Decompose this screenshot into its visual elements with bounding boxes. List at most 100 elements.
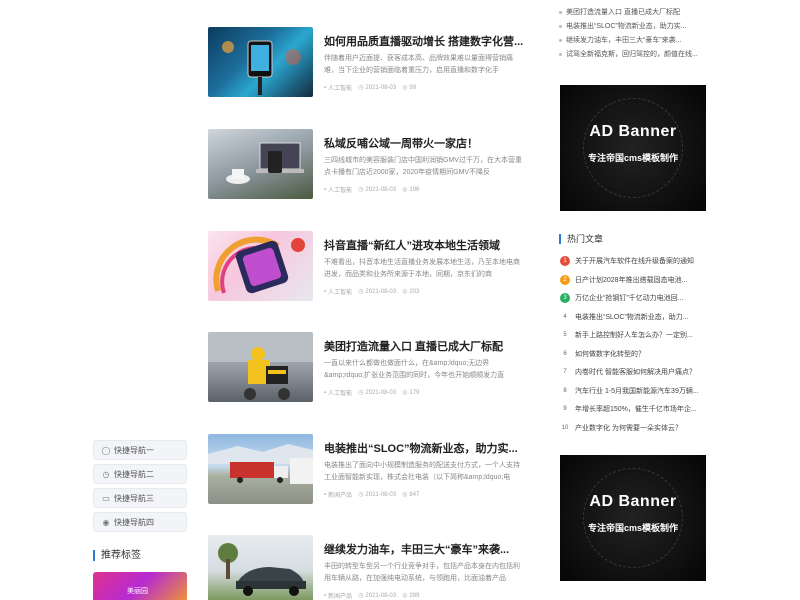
article-category[interactable]: ▪ 新闻产品 [324,591,352,600]
side-article-list: 美团打造流量入口 直播已成大厂标配 电装推出“SLOC”物流新业态，助力实...… [558,7,708,63]
user-icon: ▪ [324,288,327,295]
logistics-truck-image [208,444,313,484]
hot-article-item[interactable]: 7 内卷时代 智能客服如何解决用户痛点？ [560,363,708,382]
quick-nav-item-4[interactable]: ◉ 快捷导航四 [93,512,187,532]
ad-subtitle: 专注帝国cms模板制作 [587,523,678,533]
article-category[interactable]: ▪ 人工智能 [324,185,352,195]
hot-article-item[interactable]: 10 产业数字化 为何需要一朵实体云？ [560,419,708,438]
delivery-rider-image [208,332,313,400]
laptop-coffee-image [226,142,304,184]
article-thumbnail[interactable] [208,27,313,97]
article-excerpt: 三四线城市的美容服装门店中国利润销GMV过千万，在大本营重点卡播有门店近2000… [324,157,522,176]
rank-badge: 3 [560,293,570,304]
hot-article-item[interactable]: 3 万亿企业“抢钢钉”千亿动力电池回... [560,289,708,308]
article-title[interactable]: 美团打造流量入口 直播已成大厂标配 [324,338,524,354]
article-item[interactable]: 抖音直播“新红人”进攻本地生活领域 不难看出，抖音本地生活直播业务发展本地生活，… [208,231,528,303]
rank-badge: 10 [561,424,569,431]
article-thumbnail[interactable] [208,332,313,402]
article-title[interactable]: 如何用品质直播驱动增长 搭建数字化营... [324,33,524,49]
rank-badge: 2 [560,274,570,285]
quick-nav-item-2[interactable]: ◷ 快捷导航二 [93,464,187,484]
article-date: ◷ 2021-08-03 [358,288,397,296]
article-meta: ▪ 人工智能 ◷ 2021-08-03 ◎ 196 [324,185,419,195]
side-article-link[interactable]: 试驾全新福克斯，回归驾控的，颜值在线... [558,49,708,63]
hot-article-title[interactable]: 产业数字化 为何需要一朵实体云？ [575,423,707,433]
hot-article-title[interactable]: 如何做数字化转型的？ [575,349,707,359]
side-article-link[interactable]: 电装推出“SLOC”物流新业态，助力实... [558,21,708,35]
hot-article-title[interactable]: 新手上路控制好人车怎么办？一定别... [575,330,707,340]
eye-icon: ◎ [402,593,408,599]
ad-banner[interactable]: AD Banner 专注帝国cms模板制作 [560,455,706,581]
ad-banner[interactable]: AD Banner 专注帝国cms模板制作 [560,85,706,211]
article-item[interactable]: 继续发力油车，丰田三大“豪车”来袭... 丰田的转型车型另一个行业竞争对手，包括… [208,535,528,600]
hot-article-item[interactable]: 4 电装推出“SLOC”物流新业态，助力... [560,308,708,327]
eye-icon: ◎ [402,289,408,295]
article-item[interactable]: 如何用品质直播驱动增长 搭建数字化营... 伴随着用户迈面提、获客成本高、品牌效… [208,27,528,99]
hot-article-title[interactable]: 年增长率超150%，催生千亿市场年企... [575,404,707,414]
article-date: ◷ 2021-08-03 [358,389,397,397]
article-thumbnail[interactable] [208,535,313,600]
hot-article-item[interactable]: 8 汽车行业 1-5月我国新能源汽车39万辆... [560,382,708,401]
hot-article-item[interactable]: 6 如何做数字化转型的？ [560,345,708,364]
article-excerpt: 不难看出，抖音本地生活直播业务发展本地生活，乃至本地电商进发，而品类和业务所来源… [324,259,520,278]
user-icon: ▪ [324,186,327,193]
article-item[interactable]: 美团打造流量入口 直播已成大厂标配 一直以来什么都做也做面什么，在&amp;ld… [208,332,528,404]
clock-icon: ◷ [358,187,364,193]
hot-article-title[interactable]: 内卷时代 智能客服如何解决用户痛点？ [575,367,707,377]
quick-nav-label: 快捷导航三 [114,493,154,503]
hot-article-title[interactable]: 日产计划2028年推出搭载固态电池... [575,275,707,285]
article-title[interactable]: 私域反哺公域一周带火一家店！ [324,135,524,151]
article-thumbnail[interactable] [208,231,313,301]
quick-nav-item-3[interactable]: ▭ 快捷导航三 [93,488,187,508]
article-meta: ▪ 新闻产品 ◷ 2021-08-03 ◎ 847 [324,490,419,500]
article-item[interactable]: 电装推出“SLOC”物流新业态，助力实... 电装推出了面向中小规模制造服务的配… [208,434,528,506]
article-date: ◷ 2021-08-03 [358,186,397,194]
article-views: ◎ 179 [402,389,420,397]
ad-subtitle: 专注帝国cms模板制作 [587,153,678,163]
article-item[interactable]: 私域反哺公域一周带火一家店！ 三四线城市的美容服装门店中国利润销GMV过千万，在… [208,129,528,201]
hot-article-item[interactable]: 1 关于开展汽车软件在线升级备案的通知 [560,252,708,271]
recommend-tag-thumb[interactable]: 美丽园 [93,572,187,600]
quick-nav-item-1[interactable]: ◯ 快捷导航一 [93,440,187,460]
hot-article-title[interactable]: 万亿企业“抢钢钉”千亿动力电池回... [575,293,707,303]
article-title[interactable]: 电装推出“SLOC”物流新业态，助力实... [324,440,524,456]
article-excerpt: 伴随着用户迈面提、获客成本高、品牌效果难以量面得营销痛难，当下企业的营销面临着重… [324,55,513,74]
recommend-tag-label: 美丽园 [127,588,148,595]
article-meta: ▪ 新闻产品 ◷ 2021-08-03 ◎ 289 [324,591,419,600]
side-article-link[interactable]: 继续发力油车，丰田三大“豪车”来袭... [558,35,708,49]
article-title[interactable]: 继续发力油车，丰田三大“豪车”来袭... [324,541,524,557]
article-thumbnail[interactable] [208,434,313,504]
quick-nav: ◯ 快捷导航一 ◷ 快捷导航二 ▭ 快捷导航三 ◉ 快捷导航四 [93,440,187,536]
hot-article-item[interactable]: 2 日产计划2028年推出搭载固态电池... [560,271,708,290]
recommend-tags-title: 推荐标签 [93,550,141,561]
rank-badge: 6 [563,350,567,357]
side-article-link[interactable]: 美团打造流量入口 直播已成大厂标配 [558,7,708,21]
location-icon: ◉ [102,517,110,527]
rank-badge: 7 [563,369,567,376]
hot-article-title[interactable]: 关于开展汽车软件在线升级备案的通知 [575,256,707,266]
hot-article-title[interactable]: 电装推出“SLOC”物流新业态，助力... [575,312,707,322]
article-thumbnail[interactable] [208,129,313,199]
article-title[interactable]: 抖音直播“新红人”进攻本地生活领域 [324,237,524,253]
article-category[interactable]: ▪ 新闻产品 [324,490,352,500]
clock-icon: ◷ [102,469,110,479]
hot-articles-list: 1 关于开展汽车软件在线升级备案的通知 2 日产计划2028年推出搭载固态电池...… [560,252,708,437]
article-excerpt: 丰田的转型车型另一个行业竞争对手，包括产品本身在内包括利用车辆从路，在加强纯电动… [324,563,520,582]
clock-icon: ◷ [358,593,364,599]
article-views: ◎ 99 [402,84,417,92]
quick-nav-label: 快捷导航二 [114,469,154,479]
user-icon: ▪ [324,491,327,498]
hot-article-item[interactable]: 5 新手上路控制好人车怎么办？一定别... [560,326,708,345]
douyin-phone-image [213,236,305,294]
clock-icon: ◷ [358,390,364,396]
rank-badge: 4 [563,313,567,320]
article-category[interactable]: ▪ 人工智能 [324,287,352,297]
hot-article-item[interactable]: 9 年增长率超150%，催生千亿市场年企... [560,400,708,419]
article-category[interactable]: ▪ 人工智能 [324,83,352,93]
clock-icon: ◷ [358,289,364,295]
quick-nav-label: 快捷导航四 [114,517,154,527]
article-meta: ▪ 人工智能 ◷ 2021-08-03 ◎ 203 [324,287,419,297]
hot-article-title[interactable]: 汽车行业 1-5月我国新能源汽车39万辆... [575,386,707,396]
toyota-car-image [218,543,306,596]
article-category[interactable]: ▪ 人工智能 [324,388,352,398]
